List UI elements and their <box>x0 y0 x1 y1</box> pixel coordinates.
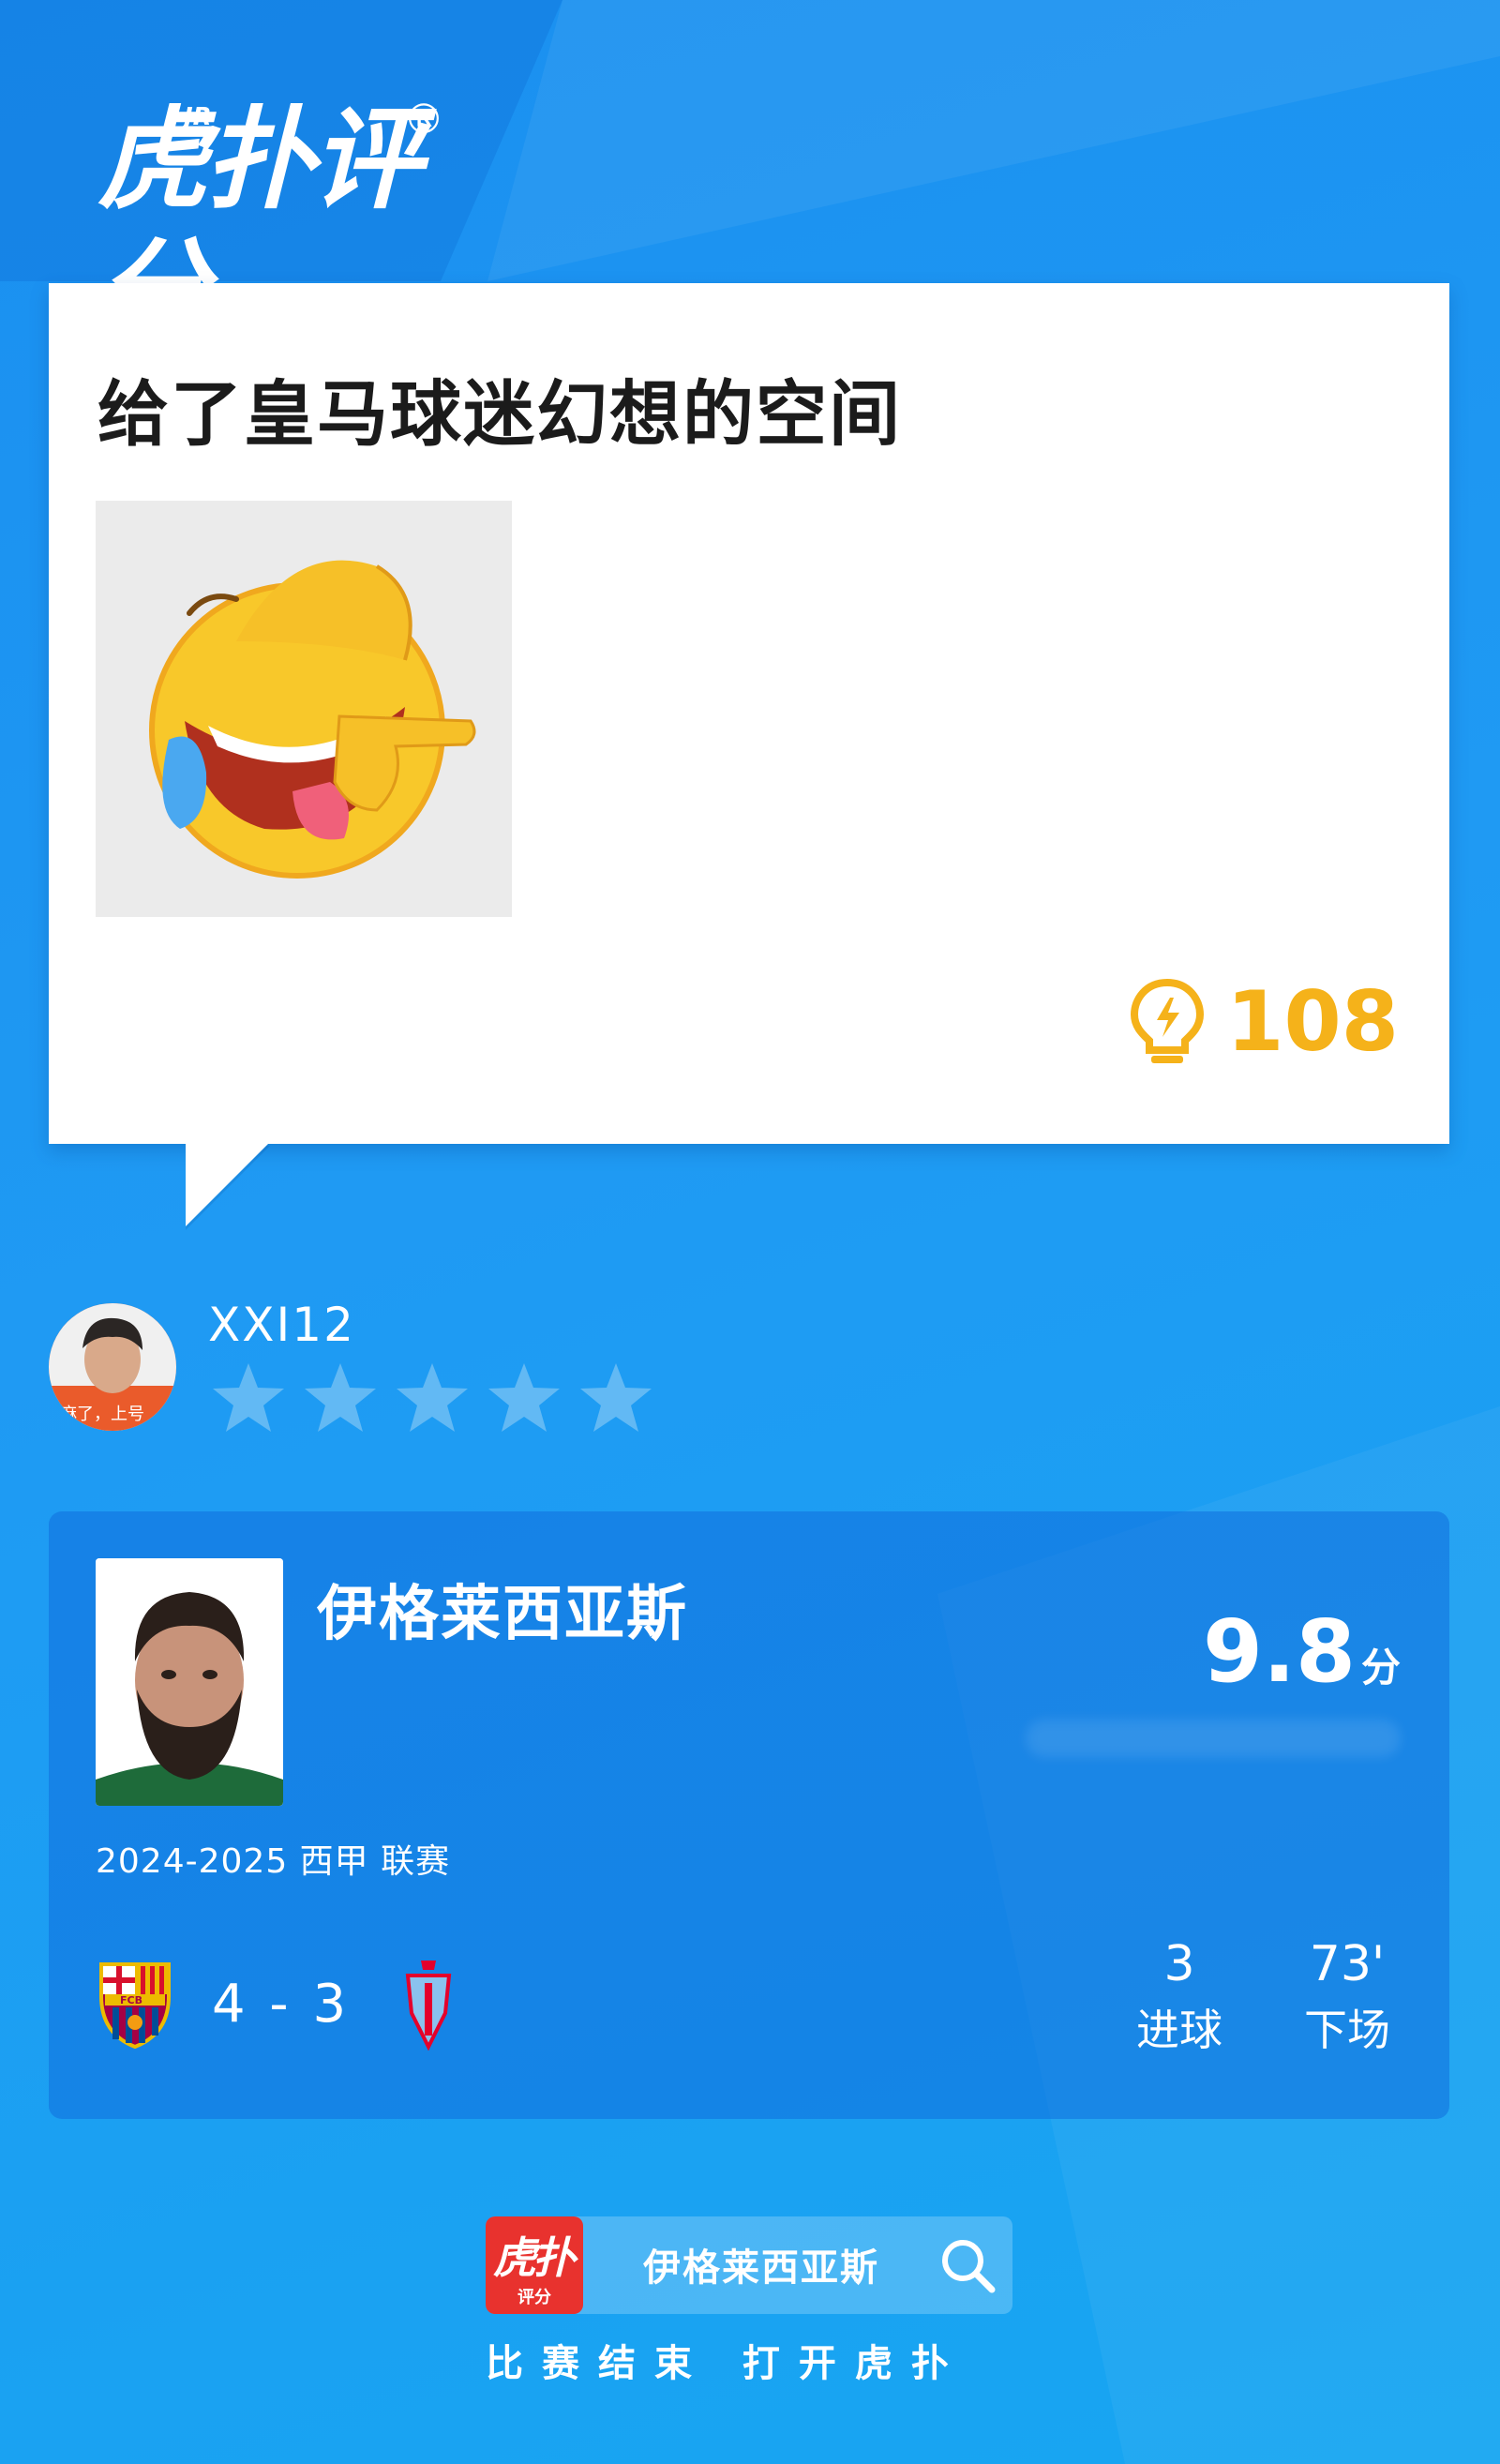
search-query[interactable]: 伊格莱西亚斯 <box>643 2237 879 2291</box>
star-icon <box>305 1363 376 1432</box>
app-icon-subtext: 评分 <box>518 2288 551 2307</box>
substituted-value: 73' <box>1309 1936 1386 1992</box>
star-icon <box>397 1363 468 1432</box>
score-unit: 分 <box>1360 1645 1401 1690</box>
fcb-crest-text: FCB <box>120 1994 142 2006</box>
star-icon <box>488 1363 560 1432</box>
goals-label: 进球 <box>1136 2005 1222 2055</box>
goals-value: 3 <box>1163 1936 1195 1992</box>
like-count: 108 <box>1226 973 1399 1070</box>
hupu-app-icon: 虎扑 评分 <box>486 2216 583 2314</box>
substituted-label: 下场 <box>1304 2005 1390 2055</box>
player-rating-card[interactable]: 伊格莱西亚斯 9.8 分 2024-2025 西甲 联赛 FCB 4 - 3 3… <box>49 1511 1449 2119</box>
match-result: FCB 4 - 3 <box>96 1952 457 2055</box>
player-score: 9.8 分 <box>1203 1601 1401 1702</box>
facepalm-laugh-emoji-image <box>96 501 512 917</box>
hupu-rating-logo: 虎扑评分 JR ® <box>98 94 454 355</box>
stat-goals: 3 进球 <box>1123 1931 1236 2063</box>
search-icon[interactable] <box>938 2235 998 2295</box>
player-name: 伊格莱西亚斯 <box>317 1580 688 1649</box>
match-score: 4 - 3 <box>212 1973 351 2035</box>
season-label: 2024-2025 西甲 联赛 <box>96 1842 451 1881</box>
celta-vigo-crest-icon <box>405 1961 452 2051</box>
star-icon <box>213 1363 284 1432</box>
like-counter[interactable]: 108 <box>1127 977 1399 1067</box>
score-value: 9.8 <box>1203 1601 1356 1702</box>
comment-bubble-tail <box>186 1142 270 1226</box>
lightbulb-lightning-icon <box>1131 978 1205 1063</box>
comment-text: 给了皇马球迷幻想的空间 <box>98 372 902 456</box>
footer-cta: 比赛结束 打开虎扑 <box>486 2342 968 2385</box>
app-icon-text: 虎扑 <box>493 2232 576 2283</box>
player-photo <box>96 1558 283 1806</box>
barcelona-crest-icon: FCB <box>99 1962 171 2049</box>
username[interactable]: XXI12 <box>208 1298 355 1352</box>
blurred-watermark <box>1026 1720 1401 1757</box>
avatar[interactable]: 麻了，上号 <box>49 1303 176 1431</box>
registered-mark: ® <box>403 96 444 143</box>
stat-substituted: 73' 下场 <box>1277 1931 1418 2063</box>
logo-jr-mark: JR <box>184 103 212 131</box>
star-icon <box>580 1363 652 1432</box>
search-bar[interactable]: 虎扑 评分 伊格莱西亚斯 <box>486 2216 1012 2314</box>
comment-card: 给了皇马球迷幻想的空间 108 <box>49 283 1449 1144</box>
rating-stars <box>212 1361 671 1435</box>
